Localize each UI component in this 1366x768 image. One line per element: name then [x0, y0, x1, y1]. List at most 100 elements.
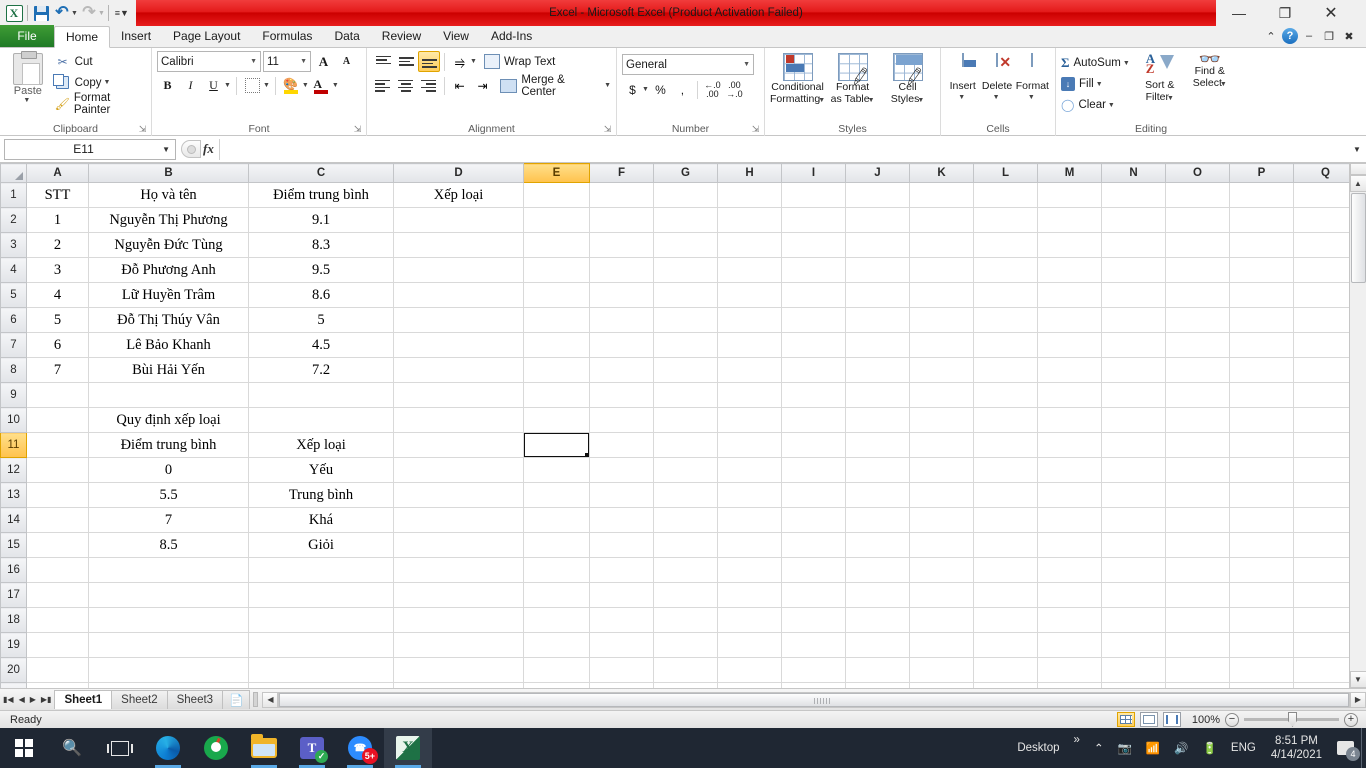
show-desktop-button[interactable] [1361, 728, 1366, 768]
cell-G20[interactable] [653, 657, 718, 683]
normal-view-button[interactable] [1117, 712, 1135, 727]
cell-I18[interactable] [781, 607, 846, 633]
copy-dropdown-icon[interactable]: ▼ [104, 79, 111, 86]
cell-D13[interactable] [393, 482, 524, 508]
find-select-button[interactable]: 👓 Find & Select▼ [1184, 50, 1236, 91]
first-sheet-icon[interactable]: ▮◀ [3, 695, 14, 704]
cell-H9[interactable] [717, 382, 782, 408]
cell-E18[interactable] [523, 607, 590, 633]
row-header-3[interactable]: 3 [0, 232, 27, 258]
cell-G12[interactable] [653, 457, 718, 483]
row-header-7[interactable]: 7 [0, 332, 27, 358]
column-header-A[interactable]: A [26, 163, 89, 183]
number-format-combo[interactable]: General ▼ [622, 54, 754, 75]
tab-view[interactable]: View [432, 25, 480, 47]
cell-C1[interactable]: Điểm trung bình [248, 182, 394, 208]
cell-A8[interactable]: 7 [26, 357, 89, 383]
cell-H13[interactable] [717, 482, 782, 508]
paste-dropdown-icon[interactable]: ▼ [23, 97, 30, 104]
find-select-dropdown-icon[interactable]: ▼ [1220, 81, 1227, 88]
font-name-caret-icon[interactable]: ▼ [250, 58, 257, 65]
scroll-left-button[interactable]: ◀ [262, 691, 279, 708]
cell-P16[interactable] [1229, 557, 1294, 583]
cell-N12[interactable] [1101, 457, 1166, 483]
cell-B11[interactable]: Điểm trung bình [88, 432, 249, 458]
cell-F7[interactable] [589, 332, 654, 358]
cell-J18[interactable] [845, 607, 910, 633]
percent-button[interactable]: % [650, 79, 671, 100]
format-dropdown-icon[interactable]: ▼ [1028, 92, 1035, 104]
cell-D2[interactable] [393, 207, 524, 233]
cell-K19[interactable] [909, 632, 974, 658]
cell-C18[interactable] [248, 607, 394, 633]
cell-K12[interactable] [909, 457, 974, 483]
align-center-button[interactable] [395, 75, 417, 96]
italic-button[interactable]: I [180, 75, 201, 96]
row-header-9[interactable]: 9 [0, 382, 27, 408]
notification-center-button[interactable]: 4 [1330, 728, 1361, 768]
cell-G9[interactable] [653, 382, 718, 408]
row-header-8[interactable]: 8 [0, 357, 27, 383]
cell-L10[interactable] [973, 407, 1038, 433]
cell-E12[interactable] [523, 457, 590, 483]
cell-K7[interactable] [909, 332, 974, 358]
redo-dropdown-icon[interactable]: ▼ [98, 10, 105, 17]
cell-J13[interactable] [845, 482, 910, 508]
cell-P11[interactable] [1229, 432, 1294, 458]
decrease-indent-button[interactable]: ⇤ [449, 75, 471, 96]
cell-N10[interactable] [1101, 407, 1166, 433]
cell-L12[interactable] [973, 457, 1038, 483]
cell-L14[interactable] [973, 507, 1038, 533]
cell-I7[interactable] [781, 332, 846, 358]
row-header-16[interactable]: 16 [0, 557, 27, 583]
cell-C13[interactable]: Trung bình [248, 482, 394, 508]
cell-D7[interactable] [393, 332, 524, 358]
cell-C11[interactable]: Xếp loại [248, 432, 394, 458]
row-header-12[interactable]: 12 [0, 457, 27, 483]
cell-I6[interactable] [781, 307, 846, 333]
cell-B14[interactable]: 7 [88, 507, 249, 533]
increase-indent-button[interactable]: ⇥ [472, 75, 494, 96]
spreadsheet-grid[interactable]: ABCDEFGHIJKLMNOPQ 1 STT Họ và tên Điểm trun… [0, 163, 1366, 688]
align-bottom-button[interactable] [418, 51, 440, 72]
cell-I15[interactable] [781, 532, 846, 558]
cell-E9[interactable] [523, 382, 590, 408]
cell-M3[interactable] [1037, 232, 1102, 258]
cell-O6[interactable] [1165, 307, 1230, 333]
cell-H10[interactable] [717, 407, 782, 433]
cell-O17[interactable] [1165, 582, 1230, 608]
cell-O15[interactable] [1165, 532, 1230, 558]
sheet-tab-sheet1[interactable]: Sheet1 [54, 690, 113, 709]
cell-F17[interactable] [589, 582, 654, 608]
cell-B8[interactable]: Bùi Hải Yến [88, 357, 249, 383]
tab-review[interactable]: Review [371, 25, 432, 47]
cell-I13[interactable] [781, 482, 846, 508]
fill-button[interactable]: ↓ Fill ▼ [1061, 74, 1130, 94]
cell-H1[interactable] [717, 182, 782, 208]
column-header-I[interactable]: I [781, 163, 846, 183]
bold-button[interactable]: B [157, 75, 178, 96]
cell-I11[interactable] [781, 432, 846, 458]
cell-E11[interactable] [523, 432, 590, 458]
cell-C8[interactable]: 7.2 [248, 357, 394, 383]
cell-L2[interactable] [973, 207, 1038, 233]
cell-J1[interactable] [845, 182, 910, 208]
cell-J6[interactable] [845, 307, 910, 333]
font-size-caret-icon[interactable]: ▼ [300, 58, 307, 65]
cell-C2[interactable]: 9.1 [248, 207, 394, 233]
cell-E8[interactable] [523, 357, 590, 383]
column-header-H[interactable]: H [717, 163, 782, 183]
cell-A6[interactable]: 5 [26, 307, 89, 333]
cell-O2[interactable] [1165, 207, 1230, 233]
tray-overflow-icon[interactable]: » [1067, 728, 1087, 768]
cell-K8[interactable] [909, 357, 974, 383]
cell-D5[interactable] [393, 282, 524, 308]
cell-A4[interactable]: 3 [26, 257, 89, 283]
cell-Q16[interactable] [1293, 557, 1358, 583]
cell-K11[interactable] [909, 432, 974, 458]
taskbar-search-button[interactable]: 🔍 [48, 728, 96, 768]
battery-icon[interactable]: 🔋 [1196, 728, 1224, 768]
cell-N17[interactable] [1101, 582, 1166, 608]
cell-D15[interactable] [393, 532, 524, 558]
cell-C12[interactable]: Yếu [248, 457, 394, 483]
